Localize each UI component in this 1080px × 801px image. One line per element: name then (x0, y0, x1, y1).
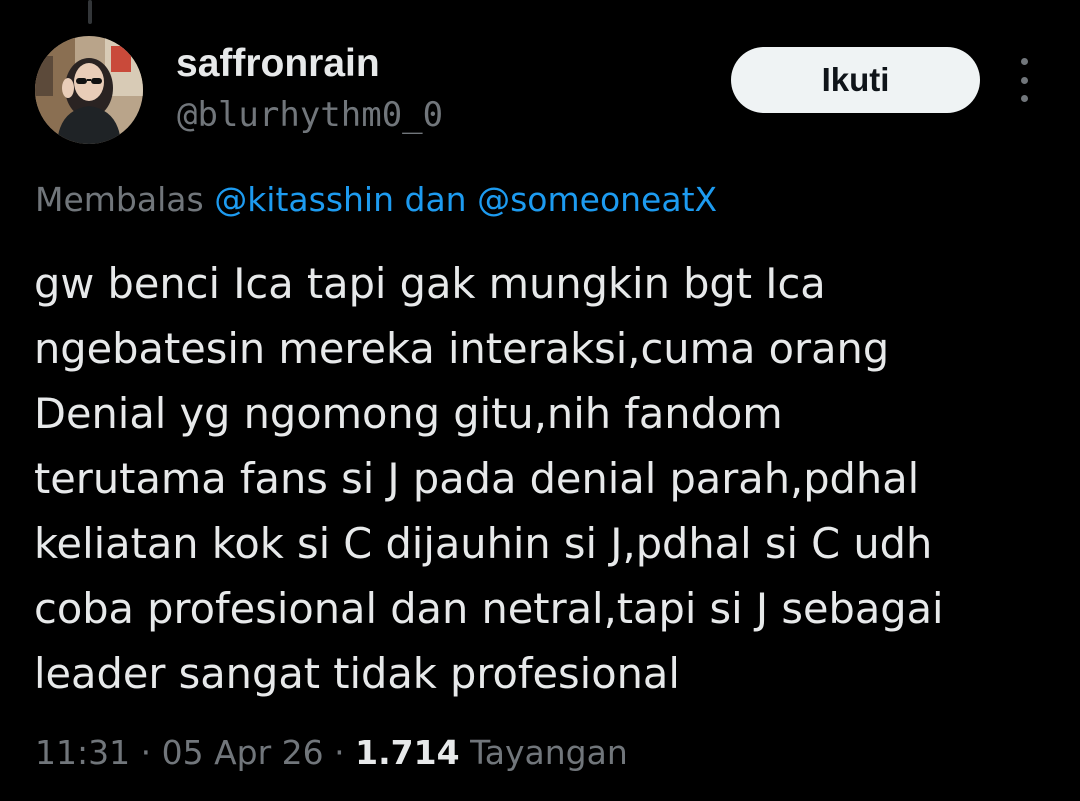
views-count: 1.714 (355, 733, 460, 772)
meta-separator: · (334, 733, 345, 772)
tweet-metadata: 11:31 · 05 Apr 26 · 1.714 Tayangan (35, 731, 628, 775)
tweet-time[interactable]: 11:31 (35, 733, 130, 772)
tweet-text-line: Denial yg ngomong gitu,nih fandom (34, 389, 783, 438)
author-avatar[interactable] (35, 36, 143, 144)
views-label: Tayangan (470, 733, 628, 772)
author-display-name[interactable]: saffronrain (176, 40, 380, 88)
tweet-text-line: coba profesional dan netral,tapi si J se… (34, 584, 944, 633)
tweet-text-line: ngebatesin mereka interaksi,cuma orang (34, 324, 890, 373)
tweet-text-line: gw benci Ica tapi gak mungkin bgt Ica (34, 259, 826, 308)
more-vertical-icon (1020, 58, 1028, 65)
more-options-button[interactable] (1004, 58, 1044, 102)
meta-separator: · (140, 733, 152, 772)
more-vertical-icon-dot (1020, 95, 1028, 102)
thread-connector-line (88, 0, 92, 24)
tweet-date[interactable]: 05 Apr 26 (162, 733, 324, 772)
mention-link-kitasshin[interactable]: @kitasshin (214, 180, 394, 219)
mention-link-someoneatx[interactable]: @someoneatX (477, 180, 717, 219)
replying-to-label: Membalas (35, 180, 204, 219)
more-vertical-icon-dot (1020, 76, 1028, 84)
mention-conjunction[interactable]: dan (405, 180, 467, 219)
author-handle[interactable]: @blurhythm0_0 (177, 92, 443, 138)
replying-to-line: Membalas @kitasshin dan @someoneatX (35, 177, 717, 223)
follow-button[interactable]: Ikuti (731, 47, 980, 113)
tweet-text: gw benci Ica tapi gak mungkin bgt Ica ng… (34, 251, 1054, 706)
tweet-text-line: leader sangat tidak profesional (34, 649, 680, 698)
tweet-text-line: keliatan kok si C dijauhin si J,pdhal si… (34, 519, 933, 568)
user-avatar-photo-icon (35, 36, 143, 144)
tweet-text-line: terutama fans si J pada denial parah,pdh… (34, 454, 920, 503)
